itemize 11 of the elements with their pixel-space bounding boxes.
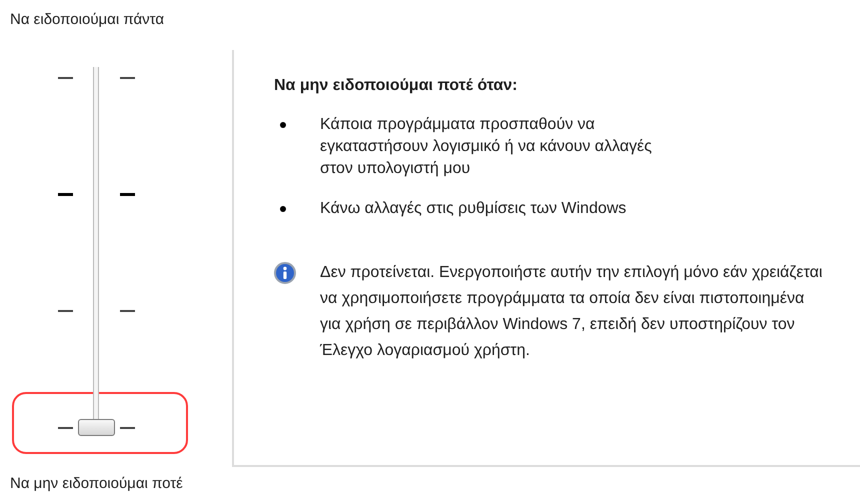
slider-track[interactable] bbox=[93, 66, 99, 419]
panel-heading: Να μην ειδοποιούμαι ποτέ όταν: bbox=[274, 76, 518, 96]
slider-bottom-label: Να μην ειδοποιούμαι ποτέ bbox=[10, 474, 183, 494]
note-text: Δεν προτείνεται. Ενεργοποιήστε αυτήν την επιλογή μόνο εάν χρειάζεται να χρησιμοποιήσετε προγράμματα τα οποία δεν είναι πιστοποιημένα για χρήση σε περιβάλλον Windows 7, επειδή δεν υποστηρίζουν τον Έλεγχο λογαριασμού χρήστη. bbox=[320, 262, 824, 361]
info-icon bbox=[274, 262, 296, 284]
slider-top-label: Να ειδοποιούμαι πάντα bbox=[10, 10, 164, 30]
bullet-text: Κάνω αλλαγές στις ρυθμίσεις των Windows bbox=[320, 198, 628, 219]
bullet-icon bbox=[280, 122, 286, 128]
slider-thumb[interactable] bbox=[78, 418, 115, 436]
bullet-icon bbox=[280, 206, 286, 212]
bullet-text: Κάποια προγράμματα προσπαθούν να εγκαταστήσουν λογισμικό ή να κάνουν αλλαγές στον υπολογιστή μου bbox=[320, 114, 653, 179]
